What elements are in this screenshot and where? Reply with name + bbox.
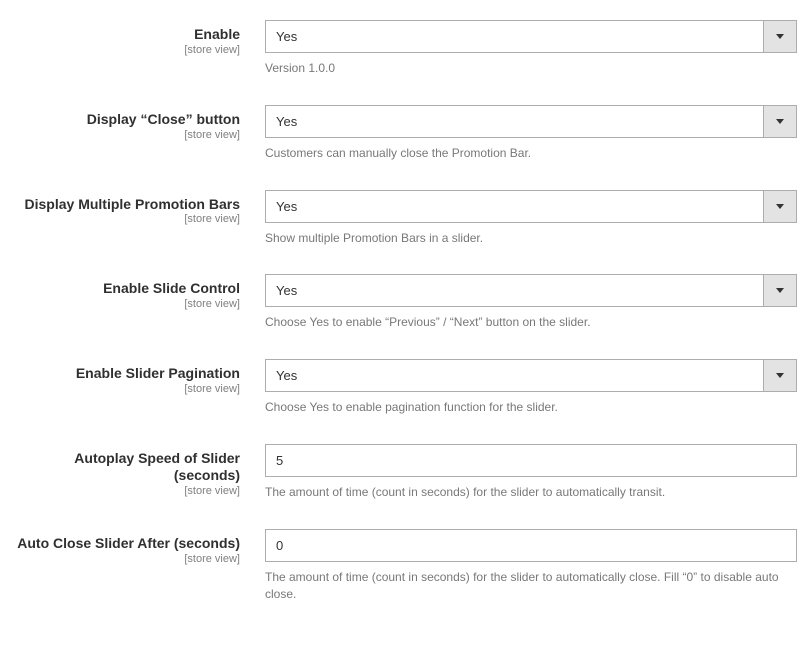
note-autoplay-speed: The amount of time (count in seconds) fo…	[265, 484, 797, 501]
label-col-display-close: Display “Close” button [store view]	[10, 105, 265, 141]
control-col-display-close: Yes Customers can manually close the Pro…	[265, 105, 797, 162]
label-col-slide-control: Enable Slide Control [store view]	[10, 274, 265, 310]
chevron-down-icon	[763, 21, 796, 52]
label-autoplay-speed: Autoplay Speed of Slider (seconds)	[74, 450, 240, 483]
control-col-enable: Yes Version 1.0.0	[265, 20, 797, 77]
scope-display-close: [store view]	[10, 129, 240, 141]
control-col-autoplay-speed: The amount of time (count in seconds) fo…	[265, 444, 797, 501]
field-slide-control: Enable Slide Control [store view] Yes Ch…	[10, 274, 797, 331]
chevron-down-icon	[763, 106, 796, 137]
label-col-autoplay-speed: Autoplay Speed of Slider (seconds) [stor…	[10, 444, 265, 497]
scope-display-multiple: [store view]	[10, 213, 240, 225]
select-display-multiple[interactable]: Yes	[265, 190, 797, 223]
select-slider-pagination-value: Yes	[266, 360, 763, 391]
chevron-down-icon	[763, 360, 796, 391]
label-auto-close: Auto Close Slider After (seconds)	[17, 535, 240, 551]
note-slide-control: Choose Yes to enable “Previous” / “Next”…	[265, 314, 797, 331]
field-enable: Enable [store view] Yes Version 1.0.0	[10, 20, 797, 77]
field-auto-close: Auto Close Slider After (seconds) [store…	[10, 529, 797, 603]
note-display-multiple: Show multiple Promotion Bars in a slider…	[265, 230, 797, 247]
note-auto-close: The amount of time (count in seconds) fo…	[265, 569, 797, 603]
chevron-down-icon	[763, 191, 796, 222]
label-display-close: Display “Close” button	[87, 111, 240, 127]
control-col-auto-close: The amount of time (count in seconds) fo…	[265, 529, 797, 603]
control-col-display-multiple: Yes Show multiple Promotion Bars in a sl…	[265, 190, 797, 247]
field-display-close: Display “Close” button [store view] Yes …	[10, 105, 797, 162]
control-col-slider-pagination: Yes Choose Yes to enable pagination func…	[265, 359, 797, 416]
select-enable-value: Yes	[266, 21, 763, 52]
label-col-display-multiple: Display Multiple Promotion Bars [store v…	[10, 190, 265, 226]
select-slider-pagination[interactable]: Yes	[265, 359, 797, 392]
label-col-enable: Enable [store view]	[10, 20, 265, 56]
field-display-multiple: Display Multiple Promotion Bars [store v…	[10, 190, 797, 247]
label-slider-pagination: Enable Slider Pagination	[76, 365, 240, 381]
control-col-slide-control: Yes Choose Yes to enable “Previous” / “N…	[265, 274, 797, 331]
field-slider-pagination: Enable Slider Pagination [store view] Ye…	[10, 359, 797, 416]
note-slider-pagination: Choose Yes to enable pagination function…	[265, 399, 797, 416]
scope-slider-pagination: [store view]	[10, 383, 240, 395]
scope-slide-control: [store view]	[10, 298, 240, 310]
select-display-close[interactable]: Yes	[265, 105, 797, 138]
chevron-down-icon	[763, 275, 796, 306]
label-col-slider-pagination: Enable Slider Pagination [store view]	[10, 359, 265, 395]
field-autoplay-speed: Autoplay Speed of Slider (seconds) [stor…	[10, 444, 797, 501]
scope-enable: [store view]	[10, 44, 240, 56]
note-enable: Version 1.0.0	[265, 60, 797, 77]
label-display-multiple: Display Multiple Promotion Bars	[25, 196, 240, 212]
select-display-close-value: Yes	[266, 106, 763, 137]
input-autoplay-speed[interactable]	[265, 444, 797, 477]
input-auto-close[interactable]	[265, 529, 797, 562]
label-slide-control: Enable Slide Control	[103, 280, 240, 296]
select-display-multiple-value: Yes	[266, 191, 763, 222]
select-slide-control[interactable]: Yes	[265, 274, 797, 307]
note-display-close: Customers can manually close the Promoti…	[265, 145, 797, 162]
label-enable: Enable	[194, 26, 240, 42]
label-col-auto-close: Auto Close Slider After (seconds) [store…	[10, 529, 265, 565]
select-enable[interactable]: Yes	[265, 20, 797, 53]
scope-autoplay-speed: [store view]	[10, 485, 240, 497]
scope-auto-close: [store view]	[10, 553, 240, 565]
select-slide-control-value: Yes	[266, 275, 763, 306]
